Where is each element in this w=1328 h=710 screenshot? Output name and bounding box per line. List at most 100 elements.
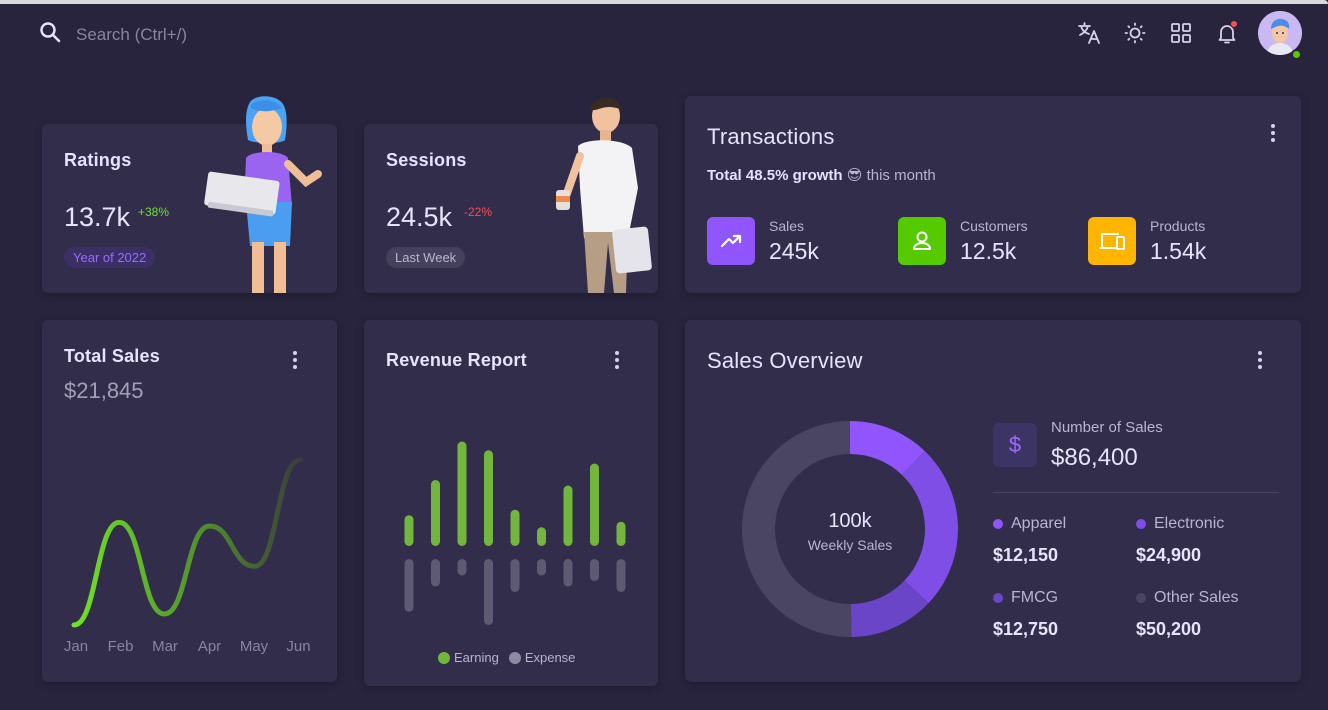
apps-grid-icon[interactable] <box>1158 10 1204 56</box>
sales-overview-card: Sales Overview 100k Weekly Sales $ Numbe… <box>685 320 1301 682</box>
earning-swatch <box>438 651 450 664</box>
transaction-customers: Customers 12.5k <box>898 217 1028 265</box>
earning-bar[interactable] <box>616 521 626 546</box>
earning-bar[interactable] <box>563 485 573 547</box>
apparel-swatch <box>993 519 1003 529</box>
other-sales-value: $50,200 <box>1136 619 1202 639</box>
customers-value: 12.5k <box>960 237 1017 264</box>
expense-bar[interactable] <box>616 559 626 592</box>
ratings-period-chip: Year of 2022 <box>64 247 156 268</box>
legend-expense-label: Expense <box>524 650 576 665</box>
sales-value: 245k <box>769 237 819 264</box>
notification-dot <box>1230 20 1238 28</box>
trending-up-icon <box>707 217 755 265</box>
sessions-title: Sessions <box>386 150 467 170</box>
x-tick-label: May <box>240 638 269 655</box>
customers-label: Customers <box>960 217 1028 234</box>
expense-bar[interactable] <box>457 559 467 576</box>
x-tick-label: Jun <box>286 638 310 655</box>
expense-bar[interactable] <box>510 559 520 592</box>
electronic-value: $24,900 <box>1136 545 1202 565</box>
transaction-products: Products 1.54k <box>1088 217 1206 265</box>
bell-icon[interactable] <box>1204 10 1250 56</box>
sales-overview-more-menu-button[interactable] <box>1250 348 1270 372</box>
legend-apparel: Apparel $12,150 <box>993 515 1066 566</box>
expense-swatch <box>508 651 521 664</box>
sales-overview-title: Sales Overview <box>707 348 863 373</box>
expense-bar[interactable] <box>563 559 573 587</box>
user-icon <box>898 217 946 265</box>
electronic-label: Electronic <box>1154 515 1225 532</box>
sunglasses-emoji-icon: 😎 <box>846 167 863 184</box>
search-bar[interactable] <box>38 20 336 49</box>
translate-icon[interactable] <box>1066 10 1112 56</box>
earning-bar[interactable] <box>484 450 493 546</box>
other-sales-swatch <box>1136 593 1146 603</box>
x-tick-label: Apr <box>198 638 221 655</box>
expense-bar[interactable] <box>431 559 440 587</box>
transactions-growth-bold: Total 48.5% growth <box>707 167 843 184</box>
fmcg-label: FMCG <box>1011 589 1059 606</box>
transactions-more-menu-button[interactable] <box>1263 121 1283 145</box>
fmcg-swatch <box>993 593 1003 603</box>
legend-fmcg: FMCG $12,750 <box>993 589 1058 640</box>
online-status-dot <box>1291 49 1302 60</box>
transactions-title: Transactions <box>707 124 835 149</box>
sessions-period-chip: Last Week <box>386 247 466 268</box>
earning-bar[interactable] <box>404 515 414 546</box>
earning-bar[interactable] <box>457 441 467 547</box>
earning-bar[interactable] <box>431 480 440 546</box>
theme-icon[interactable] <box>1112 10 1158 56</box>
transactions-growth-text: Total 48.5% growth 😎 this month <box>707 166 936 184</box>
ratings-title: Ratings <box>64 150 132 170</box>
search-input[interactable] <box>76 24 336 45</box>
fmcg-value: $12,750 <box>993 619 1059 639</box>
products-label: Products <box>1150 217 1206 234</box>
man-with-coffee-illustration <box>548 92 658 293</box>
expense-bar[interactable] <box>590 559 599 581</box>
ratings-value: 13.7k <box>64 202 131 232</box>
other-sales-label: Other Sales <box>1154 589 1239 606</box>
legend-earning-label: Earning <box>454 650 499 665</box>
search-icon[interactable] <box>38 20 62 49</box>
donut-center: 100k Weekly Sales <box>730 510 970 553</box>
legend-electronic: Electronic $24,900 <box>1136 515 1224 566</box>
transactions-card: Transactions Total 48.5% growth 😎 this m… <box>685 96 1301 293</box>
revenue-report-card: Revenue Report Earning Expense <box>364 320 658 686</box>
electronic-swatch <box>1136 519 1146 529</box>
legend-earning: Earning <box>438 650 499 665</box>
girl-with-laptop-illustration <box>196 92 336 293</box>
donut-center-label: Weekly Sales <box>807 537 893 553</box>
apparel-value: $12,150 <box>993 545 1059 565</box>
expense-bar[interactable] <box>537 559 546 576</box>
total-sales-series-line <box>71 457 303 628</box>
sessions-change: -22% <box>464 205 493 219</box>
earning-bar[interactable] <box>510 509 520 546</box>
transactions-growth-rest: this month <box>866 167 936 184</box>
divider <box>993 492 1279 493</box>
x-tick-label: Mar <box>152 638 178 655</box>
legend-expense: Expense <box>508 650 576 665</box>
x-tick-label: Jan <box>64 638 88 655</box>
expense-bar[interactable] <box>484 559 493 625</box>
apparel-label: Apparel <box>1011 515 1067 532</box>
ratings-change: +38% <box>138 205 170 219</box>
total-sales-card: Total Sales $21,845 Jan Feb Mar Apr May Jun <box>42 320 337 682</box>
devices-icon <box>1088 217 1136 265</box>
dollar-icon: $ <box>993 423 1037 467</box>
top-navbar <box>0 4 1328 64</box>
number-of-sales-label: Number of Sales <box>1051 419 1163 436</box>
donut-center-value: 100k <box>828 510 872 532</box>
total-sales-line-chart: Jan Feb Mar Apr May Jun <box>64 457 311 655</box>
sessions-value: 24.5k <box>386 202 453 232</box>
products-value: 1.54k <box>1150 237 1207 264</box>
earning-bar[interactable] <box>537 527 546 546</box>
expense-bar[interactable] <box>404 559 414 612</box>
sales-label: Sales <box>769 217 805 234</box>
transaction-sales: Sales 245k <box>707 217 819 265</box>
x-tick-label: Feb <box>108 638 134 655</box>
revenue-legend: Earning Expense <box>438 650 575 665</box>
number-of-sales-value: $86,400 <box>1051 444 1138 471</box>
legend-other-sales: Other Sales $50,200 <box>1136 589 1238 640</box>
earning-bar[interactable] <box>590 463 599 547</box>
